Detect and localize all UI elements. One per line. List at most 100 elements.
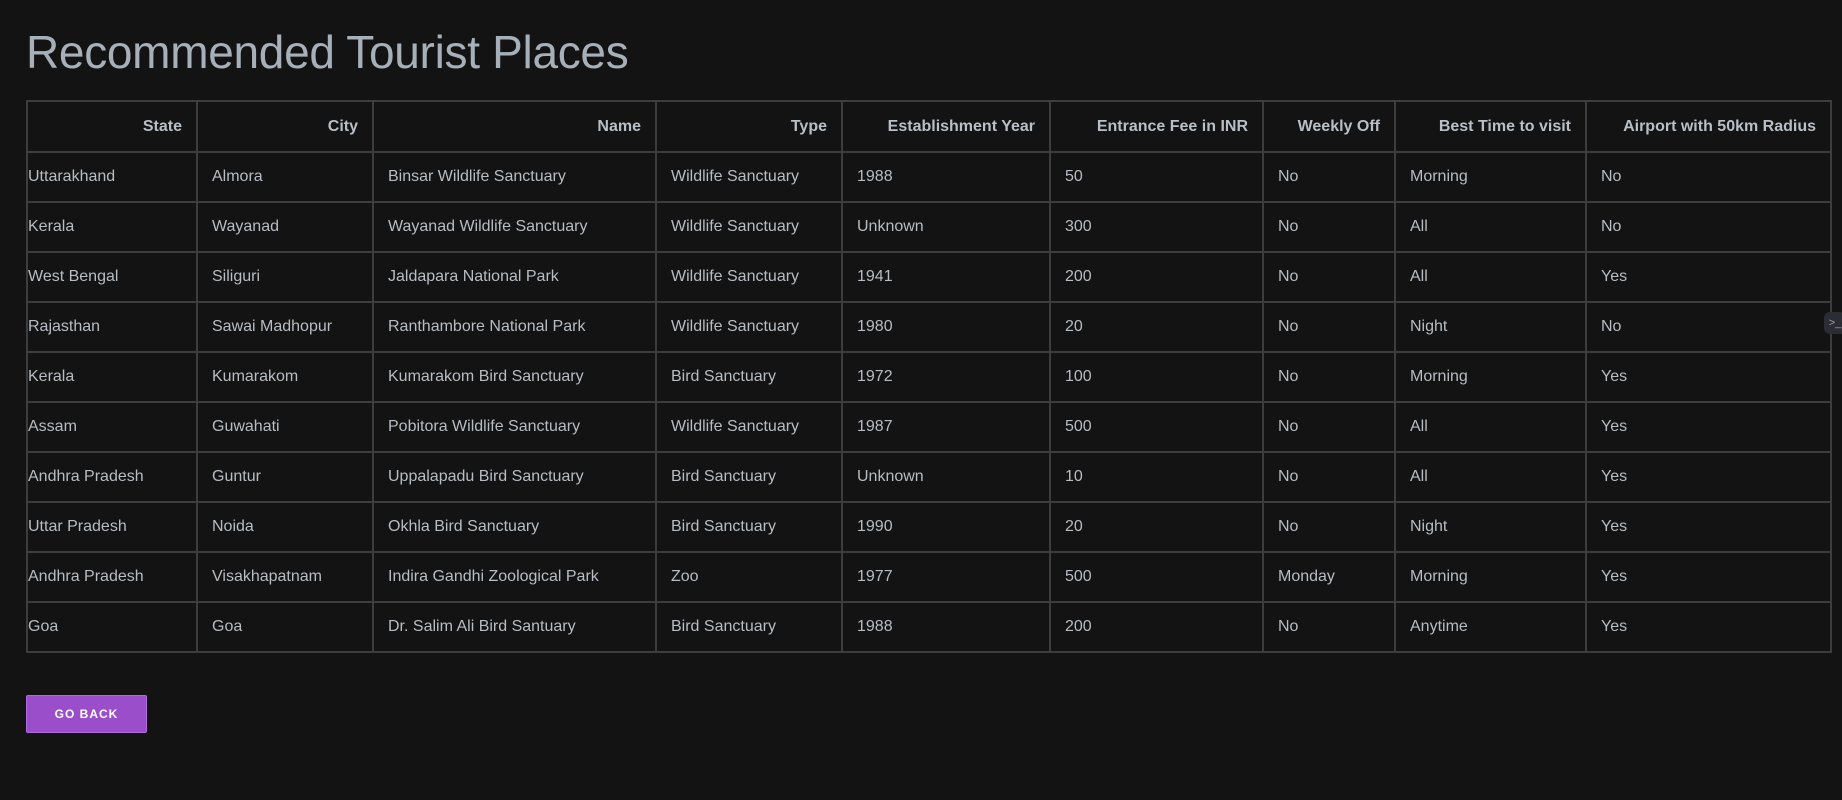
cell-entrance-fee: 300 (1049, 201, 1264, 253)
cell-airport-radius: No (1585, 301, 1832, 353)
cell-state: Kerala (26, 201, 198, 253)
terminal-icon[interactable]: >_ (1824, 312, 1842, 334)
cell-establishment-year: Unknown (841, 451, 1051, 503)
cell-best-time: Night (1394, 501, 1587, 553)
header-row: State City Name Type Establishment Year … (26, 100, 1832, 153)
cell-city: Noida (196, 501, 374, 553)
cell-establishment-year: 1988 (841, 601, 1051, 653)
table-row: Uttar Pradesh Noida Okhla Bird Sanctuary Bi… (26, 501, 1832, 553)
cell-establishment-year: 1987 (841, 401, 1051, 453)
table-header: State City Name Type Establishment Year … (26, 100, 1832, 153)
cell-type: Wildlife Sanctuary (655, 401, 843, 453)
table-row: Andhra Pradesh Guntur Uppalapadu Bird Sanc… (26, 451, 1832, 503)
cell-state: Andhra Pradesh (26, 551, 198, 603)
cell-weekly-off: No (1262, 601, 1396, 653)
cell-type: Bird Sanctuary (655, 451, 843, 503)
cell-weekly-off: No (1262, 501, 1396, 553)
cell-name: Dr. Salim Ali Bird Santuary (372, 601, 657, 653)
cell-weekly-off: No (1262, 151, 1396, 203)
cell-weekly-off: No (1262, 251, 1396, 303)
header-name: Name (372, 100, 657, 153)
cell-city: Wayanad (196, 201, 374, 253)
header-type: Type (655, 100, 843, 153)
table-row: Rajasthan Sawai Madhopur Ranthambore Natio… (26, 301, 1832, 353)
cell-establishment-year: 1977 (841, 551, 1051, 603)
header-best-time: Best Time to visit (1394, 100, 1587, 153)
cell-type: Bird Sanctuary (655, 351, 843, 403)
page: Recommended Tourist Places State City Na… (0, 0, 1842, 800)
cell-best-time: All (1394, 201, 1587, 253)
cell-best-time: Anytime (1394, 601, 1587, 653)
cell-name: Okhla Bird Sanctuary (372, 501, 657, 553)
cell-entrance-fee: 100 (1049, 351, 1264, 403)
cell-city: Kumarakom (196, 351, 374, 403)
cell-best-time: Morning (1394, 151, 1587, 203)
cell-weekly-off: No (1262, 401, 1396, 453)
cell-state: Goa (26, 601, 198, 653)
cell-establishment-year: 1988 (841, 151, 1051, 203)
cell-weekly-off: No (1262, 201, 1396, 253)
cell-name: Pobitora Wildlife Sanctuary (372, 401, 657, 453)
cell-airport-radius: Yes (1585, 501, 1832, 553)
cell-weekly-off: No (1262, 451, 1396, 503)
header-airport-radius: Airport with 50km Radius (1585, 100, 1832, 153)
cell-city: Siliguri (196, 251, 374, 303)
cell-entrance-fee: 500 (1049, 551, 1264, 603)
table-row: West Bengal Siliguri Jaldapara National Pa… (26, 251, 1832, 303)
cell-best-time: Morning (1394, 551, 1587, 603)
tourist-places-table: State City Name Type Establishment Year … (26, 100, 1832, 653)
cell-establishment-year: 1972 (841, 351, 1051, 403)
cell-type: Wildlife Sanctuary (655, 251, 843, 303)
table-row: Assam Guwahati Pobitora Wildlife Sanctuary… (26, 401, 1832, 453)
cell-weekly-off: No (1262, 351, 1396, 403)
cell-name: Indira Gandhi Zoological Park (372, 551, 657, 603)
cell-airport-radius: Yes (1585, 251, 1832, 303)
cell-airport-radius: Yes (1585, 551, 1832, 603)
cell-establishment-year: 1941 (841, 251, 1051, 303)
cell-best-time: All (1394, 401, 1587, 453)
cell-type: Wildlife Sanctuary (655, 151, 843, 203)
cell-name: Wayanad Wildlife Sanctuary (372, 201, 657, 253)
header-entrance-fee: Entrance Fee in INR (1049, 100, 1264, 153)
cell-type: Wildlife Sanctuary (655, 301, 843, 353)
table-row: Kerala Wayanad Wayanad Wildlife Sanctuary W… (26, 201, 1832, 253)
cell-entrance-fee: 500 (1049, 401, 1264, 453)
cell-city: Goa (196, 601, 374, 653)
cell-state: Kerala (26, 351, 198, 403)
cell-airport-radius: No (1585, 201, 1832, 253)
header-state: State (26, 100, 198, 153)
cell-weekly-off: Monday (1262, 551, 1396, 603)
cell-entrance-fee: 50 (1049, 151, 1264, 203)
cell-city: Guwahati (196, 401, 374, 453)
cell-type: Wildlife Sanctuary (655, 201, 843, 253)
table-row: Kerala Kumarakom Kumarakom Bird Sanctuary B… (26, 351, 1832, 403)
cell-state: Uttar Pradesh (26, 501, 198, 553)
cell-name: Kumarakom Bird Sanctuary (372, 351, 657, 403)
cell-state: Rajasthan (26, 301, 198, 353)
cell-state: Uttarakhand (26, 151, 198, 203)
cell-city: Sawai Madhopur (196, 301, 374, 353)
cell-name: Uppalapadu Bird Sanctuary (372, 451, 657, 503)
cell-establishment-year: 1980 (841, 301, 1051, 353)
cell-entrance-fee: 200 (1049, 601, 1264, 653)
table-body: Uttarakhand Almora Binsar Wildlife Sanctua… (26, 151, 1832, 653)
cell-state: Assam (26, 401, 198, 453)
cell-entrance-fee: 20 (1049, 301, 1264, 353)
table-row: Andhra Pradesh Visakhapatnam Indira Gandhi… (26, 551, 1832, 603)
table-row: Goa Goa Dr. Salim Ali Bird Santuary Bird Sa… (26, 601, 1832, 653)
cell-airport-radius: Yes (1585, 401, 1832, 453)
cell-best-time: All (1394, 451, 1587, 503)
cell-type: Bird Sanctuary (655, 501, 843, 553)
cell-entrance-fee: 10 (1049, 451, 1264, 503)
table-row: Uttarakhand Almora Binsar Wildlife Sanctua… (26, 151, 1832, 203)
cell-type: Bird Sanctuary (655, 601, 843, 653)
cell-entrance-fee: 200 (1049, 251, 1264, 303)
header-establishment-year: Establishment Year (841, 100, 1051, 153)
cell-best-time: Morning (1394, 351, 1587, 403)
cell-establishment-year: Unknown (841, 201, 1051, 253)
cell-weekly-off: No (1262, 301, 1396, 353)
cell-city: Almora (196, 151, 374, 203)
cell-state: West Bengal (26, 251, 198, 303)
go-back-button[interactable]: GO BACK (26, 695, 147, 733)
cell-city: Guntur (196, 451, 374, 503)
